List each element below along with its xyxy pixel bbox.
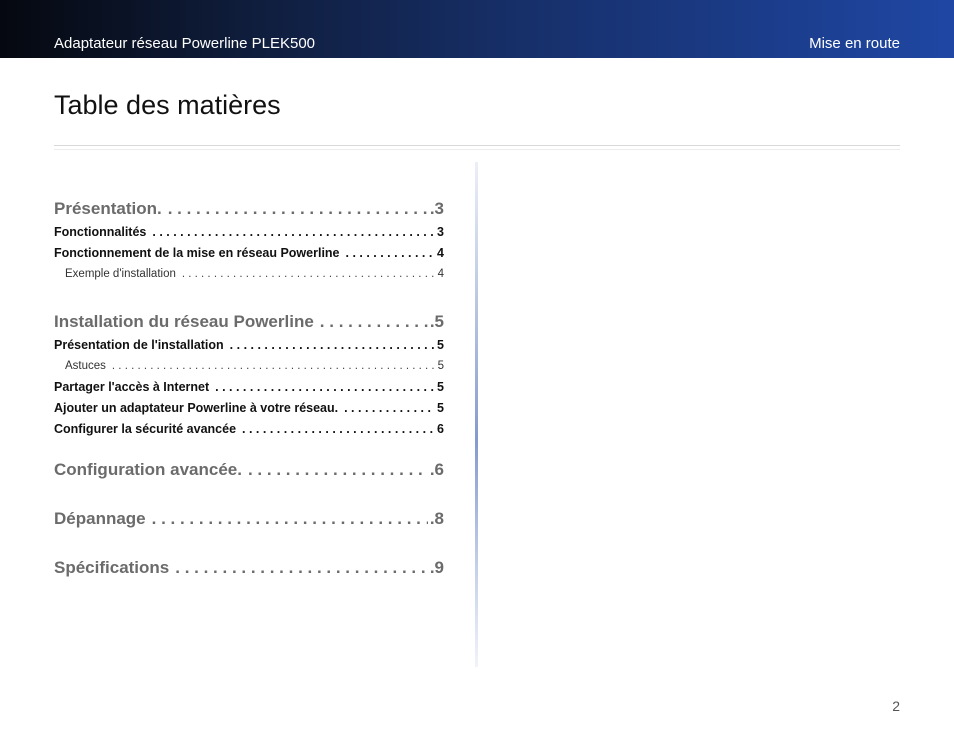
toc-entry-specifications[interactable]: Spécifications . . . . . . . . . . . . .… [54,555,444,581]
toc-entry-page: 4 [437,246,444,260]
toc-entry-fonctionnalites[interactable]: Fonctionnalités . . . . . . . . . . . . … [54,222,444,243]
toc-leader-dots: . . . . . . . . . . . . . . . . . . . . … [111,360,436,372]
toc-entry-astuces[interactable]: Astuces . . . . . . . . . . . . . . . . … [54,356,444,377]
toc-leader-dots: . . . . . . . . . . . . . . . . . . . . … [229,338,435,352]
toc-leader-dots: . . . . . . . . . . . . . . . . . . . . … [242,422,435,436]
toc-entry-page: 6 [437,422,444,436]
column-divider [475,162,478,667]
toc-entry-installation-reseau[interactable]: Installation du réseau Powerline . . . .… [54,309,444,335]
toc-entry-fonctionnement-powerline[interactable]: Fonctionnement de la mise en réseau Powe… [54,243,444,264]
toc-entry-label: Configuration avancée. [54,460,242,479]
toc-entry-label: Partager l'accès à Internet [54,380,210,394]
toc-leader-dots: . . . . . . . . . . . . . . . . . . . . … [344,401,435,415]
toc-entry-page: .9 [429,558,444,577]
toc-entry-page: 3 [437,225,444,239]
title-divider [54,145,900,146]
toc-entry-label: Présentation. [54,199,162,218]
toc-entry-label: Fonctionnalités [54,225,147,239]
document-page: Adaptateur réseau Powerline PLEK500 Mise… [0,0,954,738]
toc-leader-dots: . . . . . . . . . . . . . . . . . . . . … [181,268,436,280]
toc-leader-dots: . . . . . . . . . . . . . . . . . . . . … [167,199,428,218]
toc-entry-page: .3 [429,199,444,218]
toc-entry-label: Spécifications [54,558,170,577]
toc-entry-label: Astuces [65,360,106,372]
toc-entry-label: Ajouter un adaptateur Powerline à votre … [54,401,339,415]
toc-entry-ajouter-adaptateur[interactable]: Ajouter un adaptateur Powerline à votre … [54,398,444,419]
title-divider-secondary [54,149,900,150]
toc-entry-presentation-installation[interactable]: Présentation de l'installation . . . . .… [54,335,444,356]
toc-entry-exemple-installation[interactable]: Exemple d'installation . . . . . . . . .… [54,264,444,285]
toc-leader-dots: . . . . . . . . . . . . . . . . . . . . … [152,225,435,239]
toc-entry-label: Configurer la sécurité avancée [54,422,237,436]
page-title: Table des matières [54,90,281,120]
table-of-contents: Présentation. . . . . . . . . . . . . . … [54,196,444,581]
toc-entry-page: 5 [437,338,444,352]
toc-entry-label: Dépannage [54,509,146,528]
toc-entry-page: .8 [429,509,444,528]
toc-entry-page: 5 [437,380,444,394]
toc-entry-label: Fonctionnement de la mise en réseau Powe… [54,246,340,260]
header-bar: Adaptateur réseau Powerline PLEK500 Mise… [0,0,954,58]
toc-entry-page: 4 [437,268,444,280]
toc-leader-dots: . . . . . . . . . . . . . . . . . . . . … [247,460,428,479]
toc-entry-label: Présentation de l'installation [54,338,224,352]
toc-leader-dots: . . . . . . . . . . . . . . . . . . . . … [215,380,435,394]
toc-leader-dots: . . . . . . . . . . . . . . . . . . . . … [151,509,428,528]
toc-entry-page: .5 [429,312,444,331]
toc-entry-securite-avancee[interactable]: Configurer la sécurité avancée . . . . .… [54,419,444,440]
toc-entry-page: 5 [437,401,444,415]
toc-entry-page: 5 [437,360,444,372]
toc-leader-dots: . . . . . . . . . . . . . . . . . . . . … [345,246,436,260]
toc-leader-dots: . . . . . . . . . . . . . . . . . . . . … [175,558,428,577]
page-number: 2 [892,698,900,714]
toc-entry-depannage[interactable]: Dépannage . . . . . . . . . . . . . . . … [54,506,444,532]
toc-entry-partager-internet[interactable]: Partager l'accès à Internet . . . . . . … [54,377,444,398]
toc-entry-label: Exemple d'installation [65,268,176,280]
toc-entry-page: .6 [429,460,444,479]
header-section-title: Mise en route [809,35,900,52]
toc-entry-configuration-avancee[interactable]: Configuration avancée. . . . . . . . . .… [54,457,444,483]
toc-entry-presentation[interactable]: Présentation. . . . . . . . . . . . . . … [54,196,444,222]
toc-leader-dots: . . . . . . . . . . . . . . . . . . . . … [319,312,428,331]
header-product-title: Adaptateur réseau Powerline PLEK500 [54,35,316,52]
toc-entry-label: Installation du réseau Powerline [54,312,314,331]
